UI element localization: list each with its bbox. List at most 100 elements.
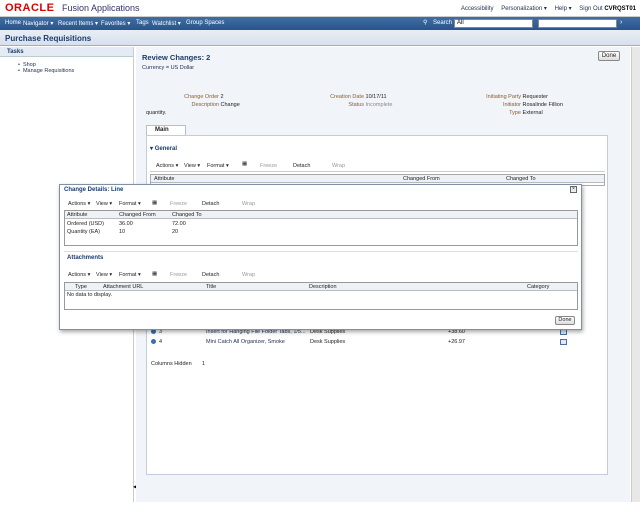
table-row[interactable]: Quantity (EA) 10 20 [65, 228, 577, 236]
task-manage-requisitions[interactable]: Manage Requisitions [18, 68, 133, 74]
col-attribute: Attribute [67, 212, 88, 218]
export-icon[interactable]: ▦ [152, 271, 157, 277]
tab-main[interactable]: Main [146, 125, 186, 135]
line-amount: +26.97 [448, 339, 465, 345]
header-col-3: Initiating Party Requester Initiator Ros… [456, 93, 596, 117]
search-label: Search [433, 20, 453, 26]
line-category: Desk Supplies [310, 339, 346, 345]
nav-group-spaces[interactable]: Group Spaces [186, 20, 224, 26]
export-icon[interactable]: ▦ [242, 161, 247, 167]
global-nav: Home Navigator ▾ Recent Items ▾ Favorite… [0, 17, 640, 30]
cell-attribute: Ordered (USD) [67, 221, 104, 227]
attachments-toolbar: Actions ▾ View ▾ Format ▾ ▦ Freeze Detac… [64, 270, 578, 281]
accessibility-link[interactable]: Accessibility [461, 6, 494, 12]
columns-hidden-label: Columns Hidden [151, 361, 192, 367]
no-data-text: No data to display. [67, 292, 113, 298]
status-value: Incomplete [365, 102, 393, 108]
cell-changed-from: 10 [119, 229, 126, 235]
close-icon[interactable]: × [570, 186, 577, 193]
currency-label: Currency = US Dollar [142, 65, 195, 71]
initiator-value: Rosalinde Fillion [522, 102, 563, 108]
search-input[interactable] [538, 19, 617, 28]
actions-menu[interactable]: Actions ▾ [156, 163, 178, 169]
col-changed-from: Changed From [403, 176, 440, 182]
actions-menu[interactable]: Actions ▾ [68, 201, 90, 207]
line-description[interactable]: Mini Catch All Organizer, Smoke [206, 337, 285, 347]
page-scrollbar[interactable] [631, 47, 640, 502]
view-menu[interactable]: View ▾ [184, 163, 200, 169]
search-scope-select[interactable]: All [454, 19, 533, 28]
general-table-header: Attribute Changed From Changed To [151, 175, 604, 183]
format-menu[interactable]: Format ▾ [119, 272, 141, 278]
initiating-party-value: Requester [522, 94, 548, 100]
page-title: Purchase Requisitions [5, 34, 92, 43]
wrap-button[interactable]: Wrap [242, 201, 255, 207]
sign-out-link[interactable]: Sign Out [579, 6, 602, 12]
attachments-table-header: Type Attachment URL Title Description Ca… [65, 283, 577, 291]
columns-hidden-bar: Columns Hidden 1 [12, 359, 470, 369]
attachments-table: Type Attachment URL Title Description Ca… [64, 282, 578, 310]
type-value: External [522, 110, 543, 116]
creation-date-label: Creation Date [330, 94, 364, 100]
wrap-button[interactable]: Wrap [332, 163, 345, 169]
table-row[interactable]: 4 Mini Catch All Organizer, Smoke Desk S… [12, 337, 470, 347]
table-row[interactable]: Ordered (USD) 36.00 72.00 [65, 220, 577, 228]
nav-navigator[interactable]: Navigator ▾ [23, 20, 53, 27]
dialog-done-button[interactable]: Done [555, 316, 575, 325]
initiator-label: Initiator [502, 102, 521, 108]
header-col-1: Change Order 2 Description Change quanti… [146, 93, 246, 117]
top-header: ORACLE Fusion Applications Accessibility… [0, 0, 640, 17]
dialog-title: Change Details: Line [64, 187, 124, 193]
cell-changed-to: 20 [172, 229, 179, 235]
help-menu[interactable]: Help ▾ [555, 6, 572, 12]
header-col-2: Creation Date 10/17/11 Status Incomplete [296, 93, 416, 109]
general-label: General [154, 146, 178, 152]
detach-button[interactable]: Detach [202, 272, 219, 278]
columns-hidden-count: 1 [202, 361, 206, 367]
nav-recent-items[interactable]: Recent Items ▾ [58, 20, 98, 27]
nav-tags[interactable]: Tags [136, 20, 149, 26]
change-order-label: Change Order [184, 94, 219, 100]
freeze-button[interactable]: Freeze [260, 163, 277, 169]
view-menu[interactable]: View ▾ [96, 201, 112, 207]
format-menu[interactable]: Format ▾ [207, 163, 229, 169]
wrap-button[interactable]: Wrap [242, 272, 255, 278]
change-details-table: Attribute Changed From Changed To Ordere… [64, 210, 578, 246]
col-category: Category [527, 284, 550, 290]
oracle-logo: ORACLE [5, 2, 55, 14]
cell-changed-from: 36.00 [119, 221, 133, 227]
status-label: Status [348, 102, 364, 108]
search-icon: ⚲ [423, 20, 428, 26]
details-table-header: Attribute Changed From Changed To [65, 211, 577, 219]
user-name: CVRQST01 [604, 6, 636, 12]
description-label: Description [191, 102, 219, 108]
initiating-party-label: Initiating Party [486, 94, 521, 100]
actions-menu[interactable]: Actions ▾ [68, 272, 90, 278]
cell-changed-to: 72.00 [172, 221, 186, 227]
no-data-message: No data to display. [65, 291, 577, 299]
done-button[interactable]: Done [598, 51, 620, 61]
personalization-menu[interactable]: Personalization ▾ [501, 6, 547, 12]
export-icon[interactable]: ▦ [152, 200, 157, 206]
change-details-dialog: Change Details: Line × Actions ▾ View ▾ … [59, 184, 582, 330]
nav-favorites[interactable]: Favorites ▾ [101, 20, 130, 27]
col-changed-to: Changed To [172, 212, 202, 218]
general-section-title[interactable]: ▾ General [150, 145, 177, 152]
freeze-button[interactable]: Freeze [170, 201, 187, 207]
col-changed-to: Changed To [506, 176, 536, 182]
detach-button[interactable]: Detach [293, 163, 310, 169]
search-go-icon[interactable]: › [620, 19, 630, 28]
format-menu[interactable]: Format ▾ [119, 201, 141, 207]
col-attribute: Attribute [154, 176, 175, 182]
global-links: Accessibility Personalization ▾ Help ▾ S… [455, 5, 636, 12]
nav-home[interactable]: Home [5, 20, 21, 26]
nav-watchlist[interactable]: Watchlist ▾ [152, 20, 181, 27]
view-menu[interactable]: View ▾ [96, 272, 112, 278]
dialog-toolbar: Actions ▾ View ▾ Format ▾ ▦ Freeze Detac… [64, 199, 578, 210]
detach-button[interactable]: Detach [202, 201, 219, 207]
line-detail-icon[interactable] [560, 339, 567, 346]
col-type: Type [75, 284, 87, 290]
freeze-button[interactable]: Freeze [170, 272, 187, 278]
creation-date-value: 10/17/11 [365, 94, 387, 100]
col-attachment-url: Attachment URL [103, 284, 144, 290]
